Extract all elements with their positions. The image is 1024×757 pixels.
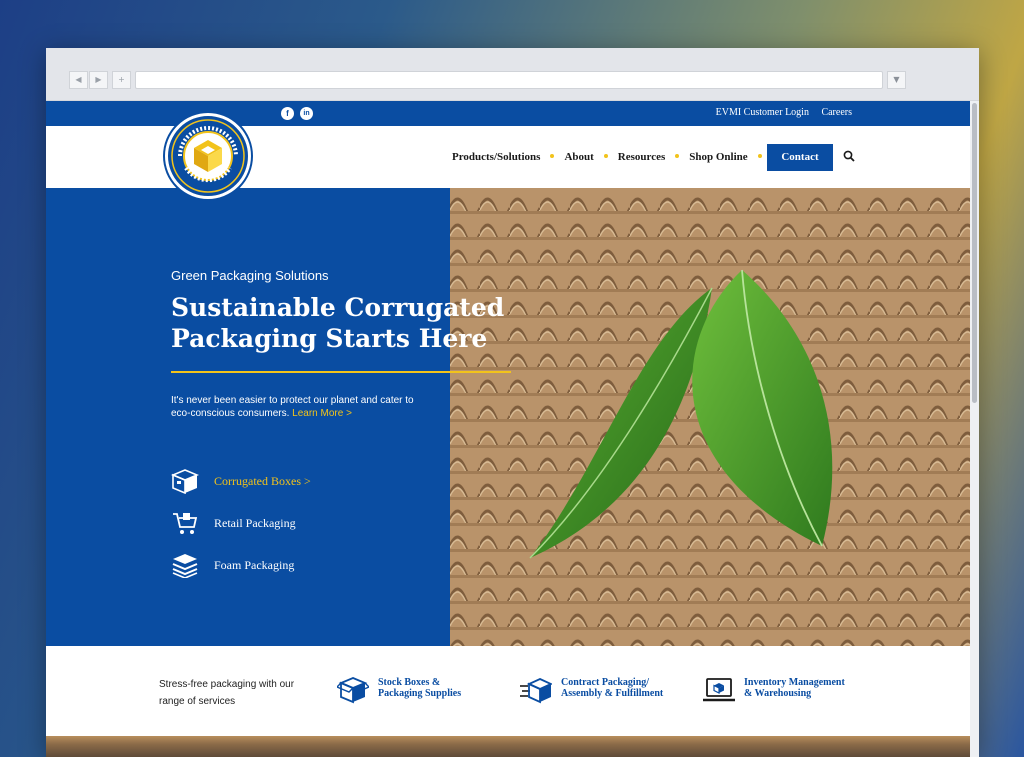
evmi-login-link[interactable]: EVMI Customer Login bbox=[716, 107, 809, 118]
service-strip-line1: Inventory Management bbox=[744, 677, 845, 688]
learn-more-link[interactable]: Learn More > bbox=[292, 408, 352, 419]
linkedin-icon[interactable]: in bbox=[300, 107, 313, 120]
contract-packaging-icon bbox=[520, 678, 552, 704]
page-scrollbar[interactable] bbox=[970, 101, 979, 757]
contact-button[interactable]: Contact bbox=[767, 144, 833, 171]
hero-divider bbox=[171, 371, 511, 373]
browser-window: ◀ ▶ + ▼ f in EVMI Customer Login Careers bbox=[46, 48, 979, 757]
utility-links: EVMI Customer Login Careers bbox=[706, 107, 852, 118]
nav-separator-icon bbox=[603, 154, 608, 159]
hero-headline: Sustainable Corrugated Packaging Starts … bbox=[171, 292, 504, 354]
nav-about[interactable]: About bbox=[564, 151, 593, 163]
nav-separator-icon bbox=[550, 154, 555, 159]
service-strip-label: Contract Packaging/ Assembly & Fulfillme… bbox=[561, 677, 663, 699]
services-intro: Stress-free packaging with our range of … bbox=[159, 679, 295, 707]
hero-description: It's never been easier to protect our pl… bbox=[171, 394, 431, 420]
jamestown-logo[interactable] bbox=[165, 113, 251, 199]
service-strip-line2: Packaging Supplies bbox=[378, 688, 462, 699]
browser-toolbar: ◀ ▶ + ▼ bbox=[46, 48, 979, 101]
hero-headline-line1: Sustainable Corrugated bbox=[171, 293, 505, 322]
facebook-icon[interactable]: f bbox=[281, 107, 294, 120]
site-header: Products/Solutions About Resources Shop Onl… bbox=[46, 113, 970, 199]
forward-button[interactable]: ▶ bbox=[89, 71, 108, 89]
scrollbar-thumb[interactable] bbox=[972, 103, 977, 403]
foam-stack-icon bbox=[172, 554, 198, 578]
search-icon[interactable] bbox=[843, 150, 855, 162]
nav-separator-icon bbox=[757, 154, 762, 159]
inventory-laptop-icon bbox=[703, 678, 735, 702]
address-bar[interactable] bbox=[135, 71, 883, 89]
service-label: Foam Packaging bbox=[214, 558, 295, 572]
nav-resources[interactable]: Resources bbox=[618, 151, 665, 163]
corrugated-leaf-photo bbox=[450, 188, 970, 646]
service-strip-line1: Stock Boxes & bbox=[378, 677, 441, 688]
service-strip-line2: & Warehousing bbox=[744, 688, 812, 699]
service-strip-line1: Contract Packaging/ bbox=[561, 677, 650, 688]
main-navigation: Products/Solutions About Resources Shop Onl… bbox=[452, 151, 772, 163]
logo-emblem-icon bbox=[171, 119, 245, 193]
hero-eyebrow: Green Packaging Solutions bbox=[171, 268, 329, 283]
services-strip: Stress-free packaging with our range of … bbox=[46, 646, 970, 736]
browser-menu-button[interactable]: ▼ bbox=[887, 71, 906, 89]
service-strip-label: Inventory Management & Warehousing bbox=[744, 677, 845, 699]
stock-boxes-icon bbox=[337, 677, 369, 704]
nav-shop-online[interactable]: Shop Online bbox=[689, 151, 747, 163]
hero-section: Green Packaging Solutions Sustainable Co… bbox=[46, 188, 970, 646]
nav-products-solutions[interactable]: Products/Solutions bbox=[452, 151, 540, 163]
service-label: Corrugated Boxes > bbox=[214, 474, 311, 488]
service-strip-label: Stock Boxes & Packaging Supplies bbox=[378, 677, 461, 699]
service-strip-line2: Assembly & Fulfillment bbox=[561, 688, 664, 699]
nav-separator-icon bbox=[675, 154, 680, 159]
box-icon bbox=[171, 469, 199, 494]
warehouse-photo-preview bbox=[46, 736, 970, 757]
back-button[interactable]: ◀ bbox=[69, 71, 88, 89]
service-label: Retail Packaging bbox=[214, 516, 296, 530]
cart-icon bbox=[173, 513, 198, 534]
hero-headline-line2: Packaging Starts Here bbox=[171, 324, 488, 353]
careers-link[interactable]: Careers bbox=[821, 107, 852, 118]
new-tab-button[interactable]: + bbox=[112, 71, 131, 89]
page-viewport: f in EVMI Customer Login Careers Product… bbox=[46, 101, 979, 757]
